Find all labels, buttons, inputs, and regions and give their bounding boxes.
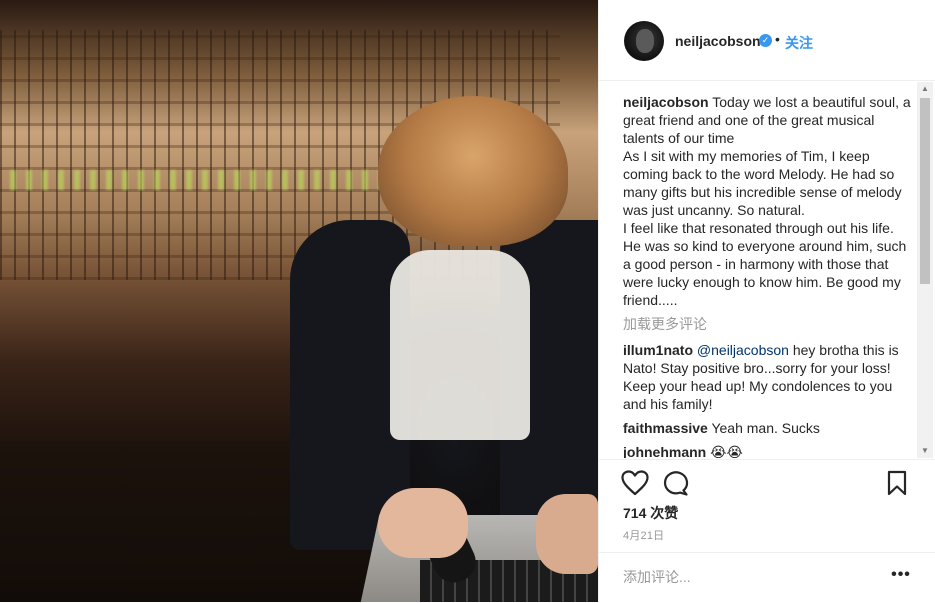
post-photo[interactable] xyxy=(0,0,598,602)
comments-list[interactable]: neiljacobson Today we lost a beautiful s… xyxy=(623,93,913,458)
bookmark-icon[interactable] xyxy=(885,470,909,496)
more-options-icon[interactable]: ••• xyxy=(891,563,911,587)
comment-icon[interactable] xyxy=(661,470,689,496)
person-head xyxy=(378,96,568,246)
post-side-panel: neiljacobson ✓ • 关注 neiljacobson Today w… xyxy=(598,0,935,602)
avatar[interactable] xyxy=(624,21,664,61)
comment-text: Yeah man. Sucks xyxy=(711,420,820,436)
scrollbar-thumb[interactable] xyxy=(920,98,930,284)
comment-username[interactable]: neiljacobson xyxy=(623,94,709,110)
comment-item: johnehmann 😭😭 xyxy=(623,443,913,458)
add-comment-input[interactable] xyxy=(623,567,863,587)
post-header: neiljacobson ✓ • 关注 xyxy=(599,0,935,81)
comment-item: faithmassive Yeah man. Sucks xyxy=(623,419,913,437)
person-shirt xyxy=(390,250,530,440)
avatar-face xyxy=(636,29,654,53)
separator-dot: • xyxy=(775,31,780,47)
scroll-down-arrow-icon[interactable]: ▼ xyxy=(917,444,933,458)
heart-icon[interactable] xyxy=(621,470,649,496)
scroll-up-arrow-icon[interactable]: ▲ xyxy=(917,82,933,96)
comment-username[interactable]: johnehmann xyxy=(623,444,706,458)
comment-mention[interactable]: @neiljacobson xyxy=(697,342,789,358)
comments-scrollbar[interactable]: ▲ ▼ xyxy=(917,82,933,458)
caption-line: I feel like that resonated through out h… xyxy=(623,220,907,308)
follow-button[interactable]: 关注 xyxy=(785,33,813,53)
right-hand xyxy=(536,494,598,574)
verified-badge-icon: ✓ xyxy=(759,34,772,47)
comment-text: 😭😭 xyxy=(710,444,743,458)
comment-item: illum1nato @neiljacobson hey brotha this… xyxy=(623,341,913,413)
actions-divider xyxy=(599,459,935,460)
post-date[interactable]: 4月21日 xyxy=(623,527,664,543)
add-comment-bar: ••• xyxy=(599,552,935,603)
likes-count[interactable]: 714 次赞 xyxy=(623,503,678,523)
comment-username[interactable]: faithmassive xyxy=(623,420,708,436)
comment-username[interactable]: illum1nato xyxy=(623,342,693,358)
load-more-comments[interactable]: 加载更多评论 xyxy=(623,315,913,333)
header-username[interactable]: neiljacobson xyxy=(675,33,761,49)
left-hand xyxy=(378,488,468,558)
caption-line: As I sit with my memories of Tim, I keep… xyxy=(623,148,902,218)
caption: neiljacobson Today we lost a beautiful s… xyxy=(623,93,913,309)
